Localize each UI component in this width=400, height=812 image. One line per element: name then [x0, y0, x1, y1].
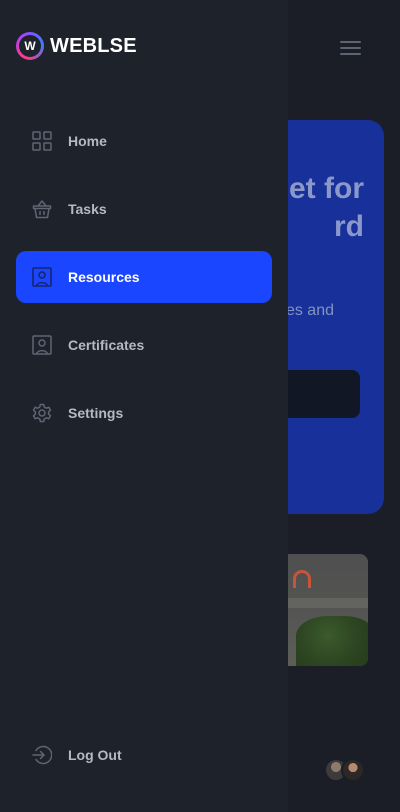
avatar [341, 758, 365, 782]
sidebar-item-label: Home [68, 133, 107, 149]
grid-icon [32, 131, 52, 151]
sidebar-item-tasks[interactable]: Tasks [16, 183, 272, 235]
sidebar-item-home[interactable]: Home [16, 115, 272, 167]
portrait-icon [32, 267, 52, 287]
logout-icon [32, 745, 52, 765]
logout-label: Log Out [68, 747, 122, 763]
sidebar-item-resources[interactable]: Resources [16, 251, 272, 303]
portrait-icon [32, 335, 52, 355]
logout-button[interactable]: Log Out [16, 729, 272, 781]
sidebar-item-label: Tasks [68, 201, 107, 217]
rainbow-decoration [293, 570, 311, 588]
sidebar-nav: Home Tasks Resources Certificates Settin… [16, 115, 272, 455]
brand-name: WEBLSE [50, 34, 137, 57]
brand[interactable]: W WEBLSE [16, 32, 137, 60]
navigation-drawer: W WEBLSE Home Tasks Resources Certificat… [0, 0, 288, 812]
gear-icon [32, 403, 52, 423]
hamburger-menu-icon[interactable] [340, 40, 361, 56]
plant-image [296, 616, 368, 666]
avatar-group [324, 758, 366, 782]
sidebar-item-settings[interactable]: Settings [16, 387, 272, 439]
sidebar-item-certificates[interactable]: Certificates [16, 319, 272, 371]
brand-logo-icon: W [16, 32, 44, 60]
sidebar-item-label: Resources [68, 269, 140, 285]
sidebar-item-label: Settings [68, 405, 124, 421]
basket-icon [32, 199, 52, 219]
sidebar-item-label: Certificates [68, 337, 145, 353]
